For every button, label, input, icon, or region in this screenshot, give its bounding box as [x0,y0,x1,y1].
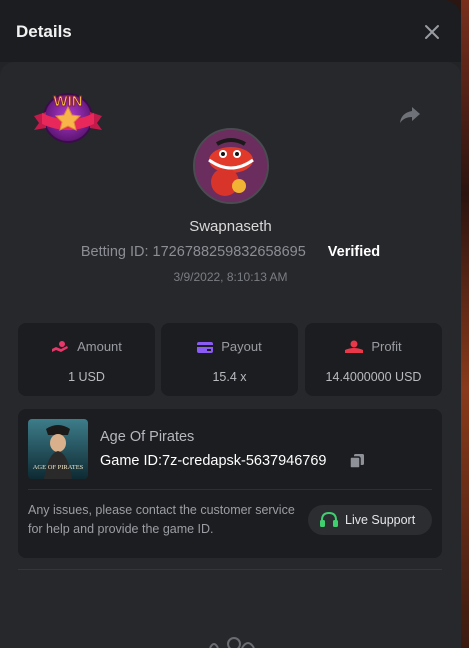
stat-amount: Amount 1 USD [18,323,155,396]
details-modal: Details WIN Swapnaseth Betting ID: 17267… [0,0,461,648]
help-text: Any issues, please contact the customer … [28,503,295,536]
bottom-divider [18,569,442,570]
betting-id: Betting ID: 1726788259832658695 [80,244,306,260]
partial-icon [209,637,255,648]
profit-icon [345,340,364,353]
stat-amount-value: 1 USD [68,370,105,384]
stat-profit: Profit 14.4000000 USD [305,323,442,396]
game-name: Age Of Pirates [100,429,195,445]
modal-title: Details [16,22,72,41]
stat-payout-label: Payout [221,339,262,354]
verified-label: Verified [327,244,381,260]
game-card-divider [28,489,432,490]
stat-profit-label: Profit [371,339,402,354]
live-support-button[interactable]: Live Support [308,505,432,535]
share-icon[interactable] [398,104,422,126]
headset-icon [320,512,338,527]
stat-payout-value: 15.4 x [212,370,247,384]
game-id: Game ID:7z-credapsk-5637946769 [100,453,327,469]
username: Swapnaseth [189,218,272,235]
win-badge-icon: WIN [34,93,102,143]
live-support-label: Live Support [345,513,416,527]
game-thumbnail[interactable]: AGE OF PIRATES [28,419,88,479]
modal-header: Details [0,0,461,62]
game-thumbnail-art: AGE OF PIRATES [28,419,88,479]
avatar [193,128,269,204]
coins-icon [52,341,69,352]
close-icon[interactable] [421,21,443,43]
card-icon [197,342,214,353]
backdrop-edge [461,0,469,648]
stat-amount-label: Amount [77,339,122,354]
copy-icon[interactable] [349,453,365,469]
win-badge-text: WIN [53,93,82,110]
bet-timestamp: 3/9/2022, 8:10:13 AM [173,270,288,284]
betting-id-row: Betting ID: 1726788259832658695 Verified [0,244,461,260]
stat-payout: Payout 15.4 x [161,323,298,396]
stat-profit-value: 14.4000000 USD [325,370,422,384]
game-thumbnail-text: AGE OF PIRATES [33,464,84,471]
game-card: AGE OF PIRATES Age Of Pirates Game ID:7z… [18,409,442,558]
dragon-avatar-icon [195,130,267,202]
